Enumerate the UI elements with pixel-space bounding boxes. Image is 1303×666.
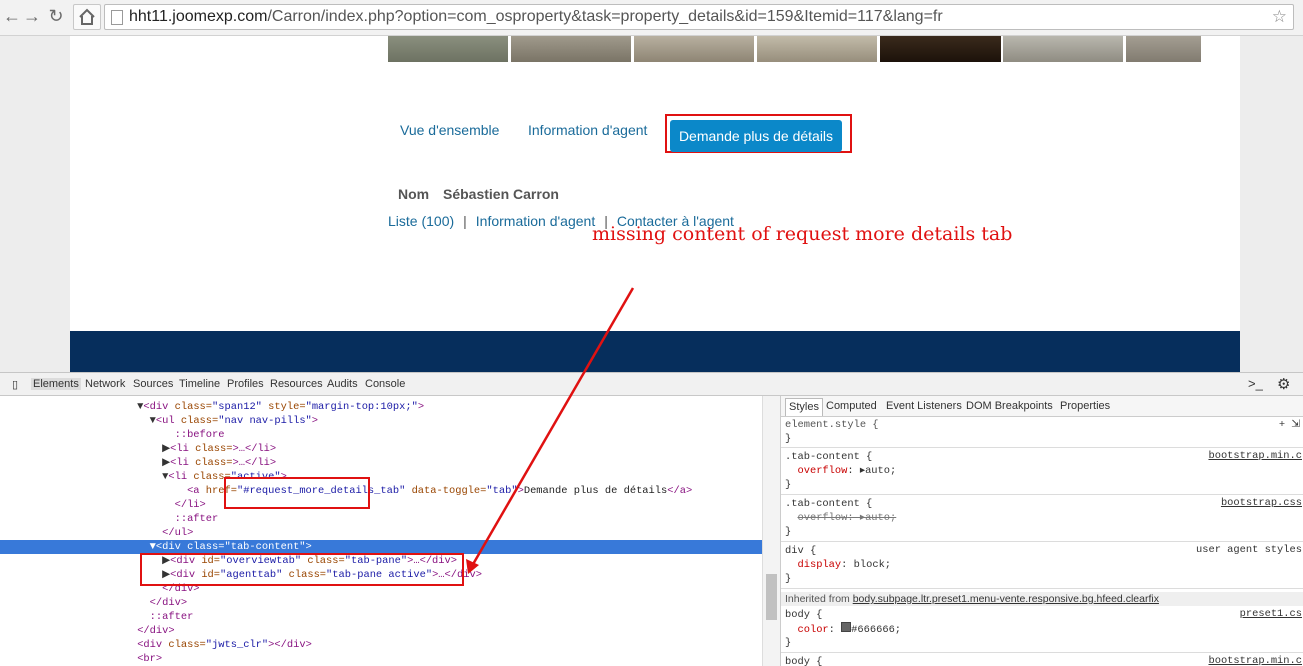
annotation-arrow xyxy=(466,287,635,574)
